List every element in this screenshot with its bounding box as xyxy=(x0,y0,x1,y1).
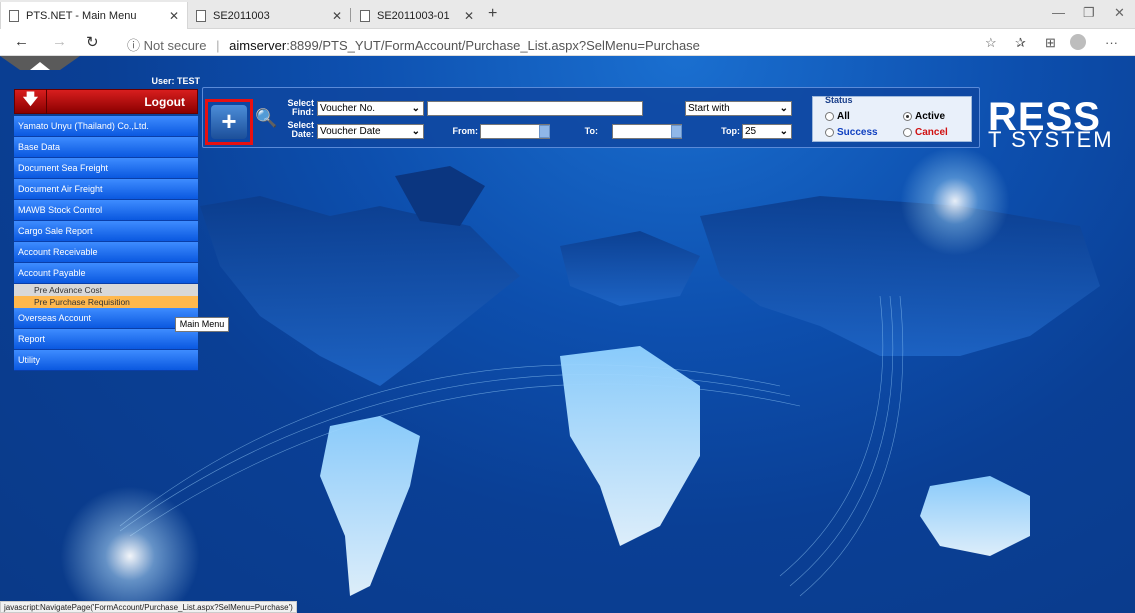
status-cancel-label: Cancel xyxy=(915,127,948,138)
tab-separator xyxy=(350,8,351,22)
new-tab-icon[interactable]: + xyxy=(488,5,497,23)
menu-item-account-payable[interactable]: Account Payable xyxy=(14,263,198,284)
logout-button[interactable]: Logout xyxy=(47,95,197,109)
find-mode-value: Start with xyxy=(688,103,730,114)
submenu-item-pre-advance-cost[interactable]: Pre Advance Cost xyxy=(14,284,198,296)
plus-icon: + xyxy=(211,105,247,139)
address-bar: ← → ↻ ⓘ Not secure | aimserver:8899/PTS_… xyxy=(0,29,1135,56)
status-success-label: Success xyxy=(837,127,878,138)
url-field[interactable]: ⓘ Not secure | aimserver:8899/PTS_YUT/Fo… xyxy=(127,35,700,54)
browser-status-bar: javascript:NavigatePage('FormAccount/Pur… xyxy=(0,601,297,613)
refresh-icon[interactable]: ↻ xyxy=(86,33,99,51)
not-secure-label: Not secure xyxy=(143,38,207,53)
page-icon xyxy=(9,9,19,22)
status-all-label: All xyxy=(837,111,850,122)
back-icon[interactable]: ← xyxy=(14,33,29,50)
top-label: Top: xyxy=(721,126,740,136)
top-count-dropdown[interactable]: 25 ⌄ xyxy=(742,124,792,139)
radio-circle xyxy=(825,112,834,121)
close-tab-icon[interactable]: ✕ xyxy=(332,9,342,23)
menu-item-cargo-sale-report[interactable]: Cargo Sale Report xyxy=(14,221,198,242)
status-filter-group: Status All Active Success Cancel xyxy=(812,95,972,142)
menu-item-base-data[interactable]: Base Data xyxy=(14,137,198,158)
light-flare xyxy=(900,146,1010,256)
light-flare xyxy=(60,486,200,613)
url-host: aimserver xyxy=(229,38,287,53)
tab-bar: PTS.NET - Main Menu ✕ SE2011003 ✕ SE2011… xyxy=(0,0,1135,29)
tab-label: SE2011003 xyxy=(213,9,270,22)
radio-circle-selected xyxy=(903,112,912,121)
status-success-radio[interactable]: Success xyxy=(825,127,878,138)
select-find-label-line2: Find: xyxy=(292,107,314,117)
current-user-label: User: TEST xyxy=(151,76,200,86)
main-menu-tooltip: Main Menu xyxy=(175,317,229,332)
tab-main-menu[interactable]: PTS.NET - Main Menu ✕ xyxy=(0,2,188,29)
submenu-item-pre-purchase-requisition[interactable]: Pre Purchase Requisition xyxy=(14,296,198,308)
from-calendar-icon[interactable] xyxy=(539,125,550,138)
status-cancel-radio[interactable]: Cancel xyxy=(903,127,948,138)
tab-label: SE2011003-01 xyxy=(377,9,450,22)
menu-item-document-sea-freight[interactable]: Document Sea Freight xyxy=(14,158,198,179)
url-path: :8899/PTS_YUT/FormAccount/Purchase_List.… xyxy=(286,38,700,53)
favorite-star-icon[interactable]: ☆ xyxy=(985,35,997,51)
menu-item-account-receivable[interactable]: Account Receivable xyxy=(14,242,198,263)
select-find-label: Select Find: xyxy=(284,99,314,117)
info-icon: ⓘ xyxy=(127,38,144,53)
menu-item-report[interactable]: Report xyxy=(14,329,198,350)
add-new-button[interactable]: + xyxy=(205,99,253,145)
tab-se2011003-01[interactable]: SE2011003-01 ✕ xyxy=(352,2,482,29)
find-mode-dropdown[interactable]: Start with ⌄ xyxy=(685,101,792,116)
menu-item-company[interactable]: Yamato Unyu (Thailand) Co.,Ltd. xyxy=(14,116,198,137)
to-calendar-icon[interactable] xyxy=(671,125,682,138)
close-tab-icon[interactable]: ✕ xyxy=(169,9,179,23)
restore-icon[interactable]: ❐ xyxy=(1083,5,1095,21)
select-date-value: Voucher Date xyxy=(320,126,381,137)
side-menu: Yamato Unyu (Thailand) Co.,Ltd. Base Dat… xyxy=(14,116,198,371)
status-all-radio[interactable]: All xyxy=(825,111,850,122)
top-count-value: 25 xyxy=(745,126,757,137)
more-options-icon[interactable]: ··· xyxy=(1105,35,1118,50)
logout-bar: 🡇 Logout xyxy=(14,89,198,114)
menu-item-utility[interactable]: Utility xyxy=(14,350,198,371)
page-icon xyxy=(196,9,206,22)
select-find-dropdown[interactable]: Voucher No. ⌄ xyxy=(317,101,424,116)
status-legend: Status xyxy=(825,95,853,105)
radio-circle xyxy=(825,128,834,137)
select-find-value: Voucher No. xyxy=(320,103,376,114)
chevron-down-icon: ⌄ xyxy=(411,126,420,137)
status-active-radio[interactable]: Active xyxy=(903,111,945,122)
select-date-label: Select Date: xyxy=(284,121,314,139)
from-label: From: xyxy=(452,126,479,136)
tab-se2011003[interactable]: SE2011003 ✕ xyxy=(188,2,350,29)
chevron-down-icon: ⌄ xyxy=(411,103,420,114)
collapse-arrow-icon[interactable]: 🡇 xyxy=(15,89,47,114)
radio-circle xyxy=(903,128,912,137)
find-text-input[interactable] xyxy=(427,101,643,116)
collections-icon[interactable]: ⊞ xyxy=(1045,35,1056,51)
address-divider: | xyxy=(216,38,220,53)
menu-item-overseas-account[interactable]: Overseas Account xyxy=(14,308,198,329)
minimize-icon[interactable]: — xyxy=(1052,5,1065,20)
menu-item-mawb-stock-control[interactable]: MAWB Stock Control xyxy=(14,200,198,221)
close-tab-icon[interactable]: ✕ xyxy=(464,9,474,23)
favorites-list-icon[interactable]: ✰ xyxy=(1015,35,1026,51)
select-date-dropdown[interactable]: Voucher Date ⌄ xyxy=(317,124,424,139)
chevron-down-icon: ⌄ xyxy=(779,103,788,114)
forward-icon[interactable]: → xyxy=(52,33,67,50)
to-label: To: xyxy=(584,126,598,136)
brand-logo-subtext: T SYSTEM xyxy=(988,127,1114,152)
search-icon[interactable]: 🔍 xyxy=(255,108,277,129)
tab-label: PTS.NET - Main Menu xyxy=(26,9,137,22)
page-icon xyxy=(360,9,370,22)
chevron-down-icon: ⌄ xyxy=(779,126,788,137)
logo-shape xyxy=(0,56,80,70)
window-close-icon[interactable]: ✕ xyxy=(1114,5,1125,21)
select-date-label-line2: Date: xyxy=(291,129,314,139)
profile-avatar[interactable] xyxy=(1070,34,1086,50)
menu-item-document-air-freight[interactable]: Document Air Freight xyxy=(14,179,198,200)
status-active-label: Active xyxy=(915,111,946,122)
